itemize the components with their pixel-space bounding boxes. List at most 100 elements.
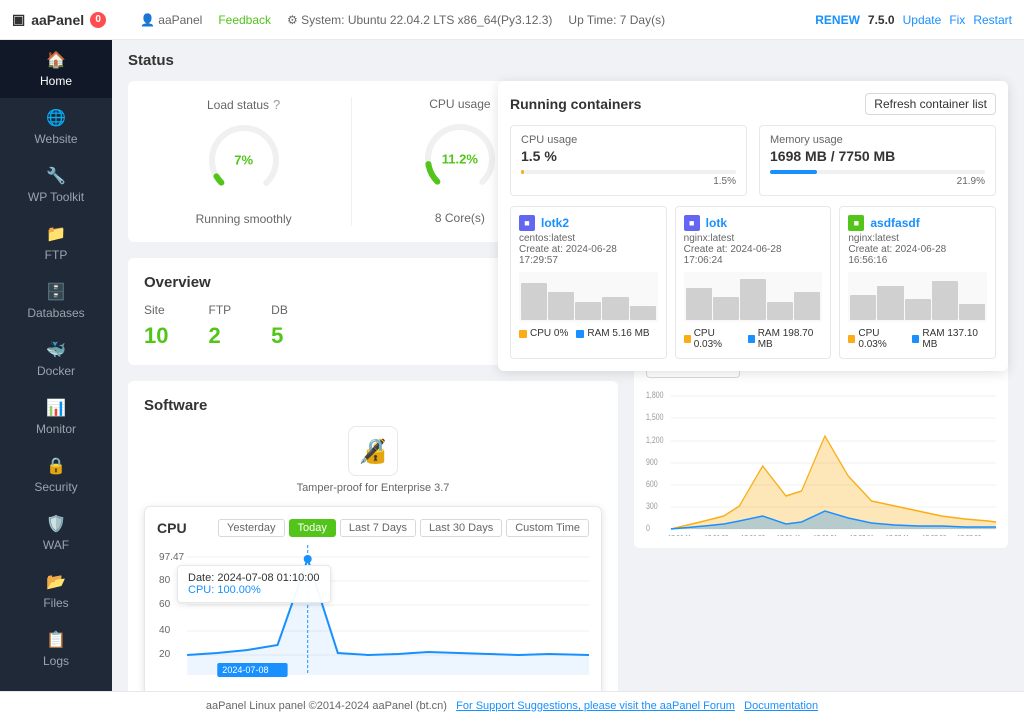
- svg-text:2024-07-08: 2024-07-08: [222, 665, 268, 675]
- container-icon-3: ■: [848, 215, 864, 231]
- sidebar: 🏠 Home 🌐Website 🔧 WP Toolkit 📁FTP🗄️Databases🐳…: [0, 40, 112, 691]
- sidebar-item-home[interactable]: 🏠 Home: [0, 40, 112, 98]
- brand-icon: ▣: [12, 11, 25, 28]
- container-name-3[interactable]: asdfasdf: [870, 216, 919, 230]
- overview-ftp: FTP 2: [208, 303, 231, 349]
- cpu-label: CPU usage: [429, 97, 490, 111]
- container-image-2: nginx:latest: [684, 233, 823, 244]
- svg-text:17:37:22: 17:37:22: [922, 534, 946, 536]
- containers-header: Running containers Refresh container lis…: [510, 93, 996, 115]
- sidebar-item-waf[interactable]: 🛡️ WAF: [0, 504, 112, 562]
- cpu-usage-value: 1.5 %: [521, 148, 736, 164]
- custom-btn[interactable]: Custom Time: [506, 519, 589, 537]
- containers-panel: Running containers Refresh container lis…: [498, 81, 1008, 371]
- fix-link[interactable]: Fix: [949, 13, 965, 27]
- container-bar-area-1: [519, 272, 658, 322]
- memory-usage-box: Memory usage 1698 MB / 7750 MB 21.9%: [759, 125, 996, 196]
- sidebar-label-wptoolkit: WP Toolkit: [28, 190, 84, 204]
- cpu-value: 11.2%: [442, 152, 478, 167]
- software-icon: 🔏: [348, 426, 398, 476]
- sidebar-item-logs[interactable]: 📋Logs: [0, 620, 112, 678]
- sidebar-icon-waf: 🛡️: [46, 514, 66, 534]
- container-bar-area-3: [848, 272, 987, 322]
- load-gauge: 7%: [204, 120, 284, 200]
- sidebar-item-security[interactable]: 🔒Security: [0, 446, 112, 504]
- update-link[interactable]: Update: [903, 13, 942, 27]
- today-btn[interactable]: Today: [289, 519, 336, 537]
- container-date-3: Create at: 2024-06-28 16:56:16: [848, 244, 987, 266]
- svg-text:17:36:11: 17:36:11: [668, 534, 692, 536]
- topbar: ▣ aaPanel 0 👤 aaPanel Feedback ⚙ System:…: [0, 0, 1024, 40]
- renew-link[interactable]: RENEW: [815, 13, 860, 27]
- feedback-link[interactable]: Feedback: [218, 13, 271, 27]
- container-date-1: Create at: 2024-06-28 17:29:57: [519, 244, 658, 266]
- refresh-containers-button[interactable]: Refresh container list: [865, 93, 996, 115]
- container-bar-area-2: [684, 272, 823, 322]
- sidebar-item-monitor[interactable]: 📊Monitor: [0, 388, 112, 446]
- svg-text:17:36:32: 17:36:32: [741, 534, 765, 536]
- tooltip-cpu: CPU: 100.00%: [188, 584, 320, 596]
- load-sub: Running smoothly: [196, 212, 292, 226]
- last7-btn[interactable]: Last 7 Days: [340, 519, 416, 537]
- sidebar-item-files[interactable]: 📂Files: [0, 562, 112, 620]
- container-items: ■lotk2 centos:latest Create at: 2024-06-…: [510, 206, 996, 359]
- sidebar-item-databases[interactable]: 🗄️Databases: [0, 272, 112, 330]
- sidebar-label-home: Home: [40, 74, 72, 88]
- cpu-gauge: 11.2%: [420, 119, 500, 199]
- memory-usage-value: 1698 MB / 7750 MB: [770, 148, 985, 164]
- sidebar-label-waf: WAF: [43, 538, 69, 552]
- cpu-sub: 8 Core(s): [435, 211, 485, 225]
- cpu-chart: 97.47 80 60 40 20: [157, 545, 589, 685]
- cpu-usage-label: CPU usage: [521, 134, 736, 146]
- container-item-1: ■lotk2 centos:latest Create at: 2024-06-…: [510, 206, 667, 359]
- yesterday-btn[interactable]: Yesterday: [218, 519, 285, 537]
- svg-text:300: 300: [646, 501, 658, 511]
- cpu-usage-pct: 1.5%: [521, 176, 736, 187]
- container-item-2: ■ lotk nginx:latest Create at: 2024-06-28…: [675, 206, 832, 359]
- support-link[interactable]: For Support Suggestions, please visit th…: [456, 700, 735, 712]
- uptime: Up Time: 7 Day(s): [568, 13, 665, 27]
- brand-label: aaPanel: [31, 12, 84, 28]
- system-info: ⚙ System: Ubuntu 22.04.2 LTS x86_64(Py3.…: [287, 13, 552, 27]
- svg-text:17:36:41: 17:36:41: [777, 534, 801, 536]
- sidebar-icon-logs: 📋: [46, 630, 66, 650]
- svg-text:600: 600: [646, 479, 658, 489]
- site-value: 10: [144, 323, 168, 349]
- sidebar-label-databases: Databases: [27, 306, 84, 320]
- sidebar-item-terminal[interactable]: 💻Terminal: [0, 678, 112, 691]
- container-name-1[interactable]: lotk2: [541, 216, 569, 230]
- db-value: 5: [271, 323, 288, 349]
- db-label: DB: [271, 303, 288, 317]
- cpu-tooltip: Date: 2024-07-08 01:10:00 CPU: 100.00%: [177, 565, 331, 603]
- cpu-usage-bar: [521, 170, 524, 174]
- sidebar-item-website[interactable]: 🌐Website: [0, 98, 112, 156]
- last30-btn[interactable]: Last 30 Days: [420, 519, 502, 537]
- ftp-value: 2: [208, 323, 231, 349]
- container-metrics-1: CPU 0% RAM 5.16 MB: [519, 328, 658, 339]
- sidebar-label-docker: Docker: [37, 364, 75, 378]
- usage-row: CPU usage 1.5 % 1.5% Memory usage 1698 M…: [510, 125, 996, 196]
- sidebar-item-wptoolkit[interactable]: 🔧 WP Toolkit: [0, 156, 112, 214]
- container-metrics-2: CPU 0.03% RAM 198.70 MB: [684, 328, 823, 350]
- topbar-user: 👤 aaPanel: [140, 13, 202, 27]
- sidebar-label-website: Website: [34, 132, 77, 146]
- restart-link[interactable]: Restart: [973, 13, 1012, 27]
- svg-text:60: 60: [159, 599, 171, 610]
- sidebar-item-docker[interactable]: 🐳Docker: [0, 330, 112, 388]
- container-item-3: ■asdfasdf nginx:latest Create at: 2024-0…: [839, 206, 996, 359]
- sidebar-icon-wptoolkit: 🔧: [46, 166, 66, 186]
- sidebar-label-ftp: FTP: [45, 248, 68, 262]
- overview-site: Site 10: [144, 303, 168, 349]
- svg-text:17:36:51: 17:36:51: [813, 534, 837, 536]
- doc-link[interactable]: Documentation: [744, 700, 818, 712]
- container-name-2[interactable]: lotk: [706, 216, 727, 230]
- footer: aaPanel Linux panel ©2014-2024 aaPanel (…: [0, 691, 1024, 720]
- sidebar-item-ftp[interactable]: 📁FTP: [0, 214, 112, 272]
- svg-text:17:36:22: 17:36:22: [704, 534, 728, 536]
- notification-badge[interactable]: 0: [90, 12, 106, 28]
- svg-text:40: 40: [159, 625, 171, 636]
- sidebar-icon-home: 🏠: [46, 50, 66, 70]
- container-date-2: Create at: 2024-06-28 17:06:24: [684, 244, 823, 266]
- sidebar-icon-files: 📂: [46, 572, 66, 592]
- container-icon-2: ■: [684, 215, 700, 231]
